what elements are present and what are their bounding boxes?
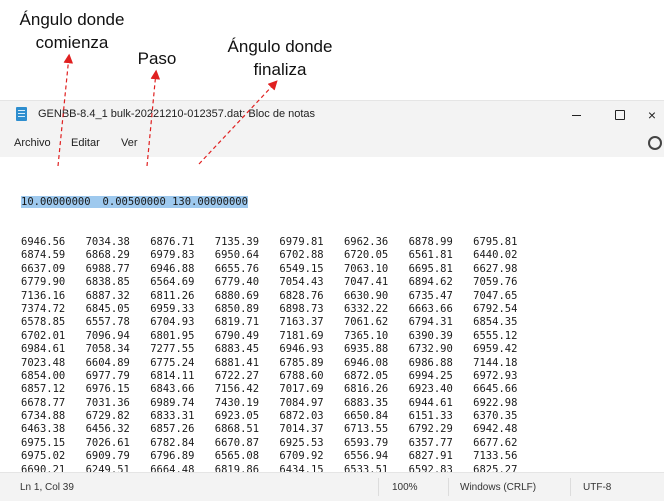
- arrow-step: [146, 69, 161, 167]
- annotation-arrows: [57, 53, 278, 167]
- arrow-start-angle: [57, 53, 74, 167]
- arrow-end-angle: [198, 80, 278, 165]
